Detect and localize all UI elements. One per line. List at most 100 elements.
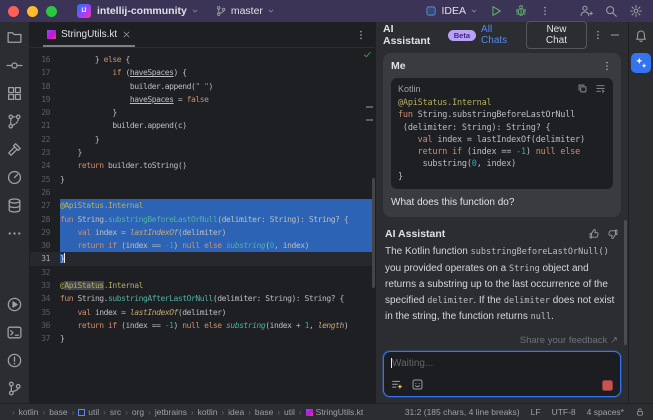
code-line-28[interactable]: 28 fun String.substringBeforeLastOrNull(d… [30, 212, 375, 226]
panel-options-button[interactable] [592, 29, 604, 41]
breadcrumb-kotlin[interactable]: kotlin [198, 407, 218, 417]
breadcrumb-util[interactable]: util [284, 407, 295, 417]
line-number[interactable]: 34 [30, 292, 60, 305]
tool-window-build-icon[interactable] [6, 141, 23, 158]
line-number[interactable]: 29 [30, 226, 60, 239]
line-number[interactable]: 20 [30, 106, 60, 119]
share-feedback-link[interactable]: Share your feedback ↗ [383, 335, 621, 351]
breadcrumb-jetbrains[interactable]: jetbrains [155, 407, 187, 417]
code-line-17[interactable]: 17 if (haveSpaces) { [30, 66, 375, 79]
code-line-32[interactable]: 32 [30, 266, 375, 279]
line-number[interactable]: 18 [30, 80, 60, 93]
tool-window-services-icon[interactable] [6, 169, 23, 186]
settings-button[interactable] [629, 4, 643, 18]
editor-options-button[interactable] [355, 29, 367, 41]
tool-window-project-icon[interactable] [6, 29, 23, 46]
code-line-22[interactable]: 22 } [30, 133, 375, 146]
caret-position[interactable]: 31:2 (185 chars, 4 line breaks) [405, 407, 520, 417]
code-line-20[interactable]: 20 } [30, 106, 375, 119]
breadcrumb-idea[interactable]: idea [228, 407, 244, 417]
chat-scrollbar[interactable] [624, 220, 627, 345]
thumbs-down-icon[interactable] [607, 228, 619, 240]
close-tab-icon[interactable] [122, 30, 131, 39]
debug-button[interactable] [514, 4, 528, 18]
indent-style[interactable]: 4 spaces* [587, 407, 624, 417]
code-line-35[interactable]: 35 val index = lastIndexOf(delimiter) [30, 306, 375, 319]
run-button[interactable] [489, 4, 503, 18]
thumbs-up-icon[interactable] [588, 228, 600, 240]
tool-window-database-icon[interactable] [6, 197, 23, 214]
code-line-19[interactable]: 19 haveSpaces = false [30, 93, 375, 106]
code-line-21[interactable]: 21 builder.append(c) [30, 119, 375, 132]
line-number[interactable]: 36 [30, 319, 60, 332]
tool-window-terminal-icon[interactable] [6, 324, 23, 341]
line-number[interactable]: 32 [30, 266, 60, 279]
search-everywhere-button[interactable] [604, 4, 618, 18]
branch-widget[interactable]: master [215, 5, 275, 17]
project-widget[interactable]: intellij-community [97, 5, 199, 17]
minimize-window-button[interactable] [27, 5, 38, 17]
code-line-27[interactable]: 27 @ApiStatus.Internal [30, 199, 375, 213]
file-encoding[interactable]: UTF-8 [552, 407, 576, 417]
tool-window-more-tool-windows-icon[interactable] [6, 225, 23, 242]
inspections-ok-icon[interactable] [363, 50, 372, 59]
line-separator[interactable]: LF [531, 407, 541, 417]
wrap-lines-icon[interactable] [595, 83, 606, 94]
line-number[interactable]: 23 [30, 146, 60, 159]
message-options-button[interactable] [601, 60, 613, 72]
commands-icon[interactable] [391, 378, 404, 391]
breadcrumb-util[interactable]: util [78, 407, 99, 417]
line-number[interactable]: 19 [30, 93, 60, 106]
line-number[interactable]: 16 [30, 53, 60, 66]
line-number[interactable]: 33 [30, 279, 60, 292]
tool-window-run-icon[interactable] [6, 296, 23, 313]
run-configuration[interactable]: IDEA [425, 5, 478, 17]
code-with-me-button[interactable] [579, 4, 593, 18]
unlock-icon[interactable] [635, 407, 645, 417]
line-number[interactable]: 35 [30, 306, 60, 319]
editor-scrollbar[interactable] [372, 178, 375, 288]
maximize-window-button[interactable] [46, 5, 57, 17]
breadcrumb-kotlin[interactable]: kotlin [19, 407, 39, 417]
stop-generation-button[interactable] [602, 380, 613, 391]
code-snippet-icon[interactable] [411, 378, 424, 391]
code-line-26[interactable]: 26 [30, 186, 375, 199]
line-number[interactable]: 28 [30, 213, 60, 226]
tool-window-structure-icon[interactable] [6, 85, 23, 102]
code-line-33[interactable]: 33 @ApiStatus.Internal [30, 279, 375, 292]
breadcrumb-src[interactable]: src [110, 407, 121, 417]
breadcrumb-org[interactable]: org [132, 407, 144, 417]
breadcrumb-base[interactable]: base [49, 407, 67, 417]
line-number[interactable]: 27 [30, 199, 60, 212]
tab-stringutils[interactable]: StringUtils.kt [38, 22, 140, 47]
tool-window-problems-icon[interactable] [6, 352, 23, 369]
code-line-37[interactable]: 37} [30, 332, 375, 345]
chat-input[interactable]: Waiting... [383, 351, 621, 397]
code-line-18[interactable]: 18 builder.append(" ") [30, 80, 375, 93]
new-chat-button[interactable]: New Chat [525, 21, 588, 49]
line-number[interactable]: 30 [30, 239, 60, 252]
copy-icon[interactable] [577, 83, 588, 94]
ai-assistant-tool-icon[interactable] [631, 53, 651, 73]
line-number[interactable]: 21 [30, 119, 60, 132]
line-number[interactable]: 37 [30, 332, 60, 345]
tool-window-commit-icon[interactable] [6, 57, 23, 74]
code-line-25[interactable]: 25} [30, 173, 375, 186]
breadcrumb-base[interactable]: base [255, 407, 273, 417]
code-line-29[interactable]: 29 val index = lastIndexOf(delimiter) [30, 225, 375, 240]
notifications-icon[interactable] [634, 29, 648, 43]
line-number[interactable]: 31 [30, 252, 60, 265]
code-line-30[interactable]: 30 return if (index == -1) null else sub… [30, 239, 375, 253]
line-number[interactable]: 26 [30, 186, 60, 199]
code-line-16[interactable]: 16 } else { [30, 53, 375, 66]
hide-panel-button[interactable] [609, 29, 621, 41]
tool-window-pull-requests-icon[interactable] [6, 113, 23, 130]
line-number[interactable]: 17 [30, 66, 60, 79]
line-number[interactable]: 22 [30, 133, 60, 146]
breadcrumb-stringutils-kt[interactable]: StringUtils.kt [305, 407, 363, 417]
all-chats-link[interactable]: All Chats [481, 24, 521, 46]
code-line-31[interactable]: 31} [30, 252, 375, 266]
close-window-button[interactable] [8, 5, 19, 17]
code-line-23[interactable]: 23 } [30, 146, 375, 159]
code-line-36[interactable]: 36 return if (index == -1) null else sub… [30, 319, 375, 332]
